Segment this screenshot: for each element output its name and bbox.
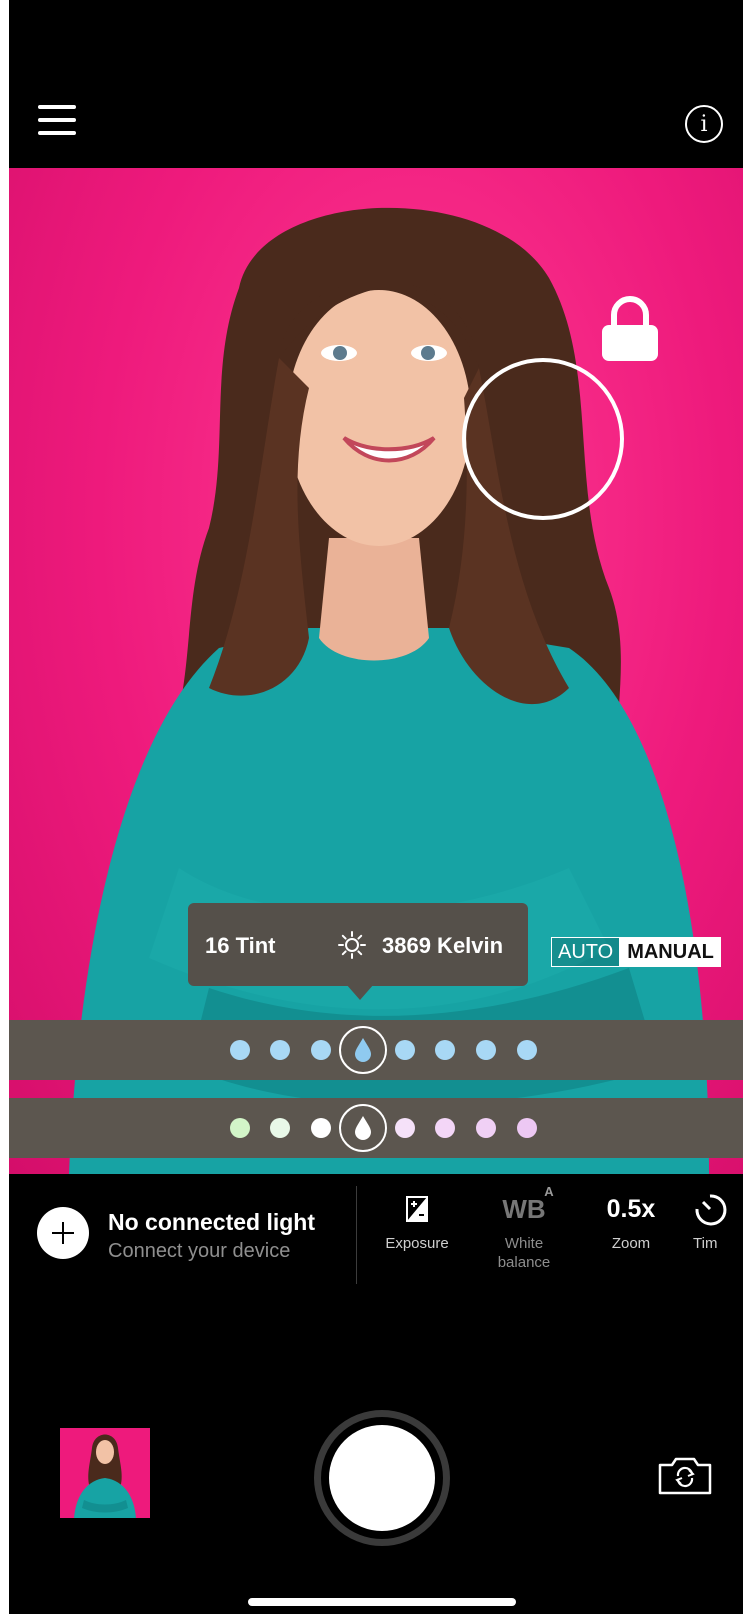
white-balance-button[interactable]: WB A White balance [479, 1183, 569, 1272]
info-icon[interactable]: i [685, 105, 723, 143]
mode-manual-option[interactable]: MANUAL [620, 937, 721, 967]
temperature-step-dot[interactable] [230, 1118, 250, 1138]
light-status-subtitle[interactable]: Connect your device [108, 1240, 290, 1263]
zoom-value: 0.5x [606, 1194, 656, 1223]
lock-icon[interactable] [598, 295, 662, 365]
focus-ring[interactable] [462, 358, 624, 520]
white-drop-icon [355, 1116, 371, 1140]
temperature-step-dot[interactable] [476, 1118, 496, 1138]
tint-step-dot[interactable] [395, 1040, 415, 1060]
tint-step-dot[interactable] [230, 1040, 250, 1060]
wb-auto-superscript: A [544, 1183, 554, 1199]
timer-icon [695, 1194, 727, 1226]
flip-camera-icon[interactable] [657, 1456, 713, 1496]
exposure-label: Exposure [385, 1235, 449, 1252]
add-light-button[interactable] [37, 1207, 89, 1259]
shutter-button[interactable] [314, 1410, 450, 1546]
temperature-slider-knob[interactable] [339, 1104, 387, 1152]
hamburger-menu-icon[interactable] [38, 105, 76, 135]
temperature-step-dot[interactable] [311, 1118, 331, 1138]
kelvin-value: 3869 Kelvin [382, 933, 504, 958]
timer-button[interactable]: Tim [693, 1190, 743, 1253]
sun-icon [338, 931, 366, 959]
screen-edge [0, 0, 9, 1614]
zoom-button[interactable]: 0.5x Zoom [586, 1190, 676, 1253]
wb-mode-toggle[interactable]: AUTO MANUAL [551, 937, 721, 967]
zoom-label: Zoom [611, 1235, 651, 1252]
exposure-button[interactable]: Exposure [372, 1190, 462, 1253]
tooltip-arrow [346, 984, 374, 1000]
temperature-step-dot[interactable] [435, 1118, 455, 1138]
temperature-step-dot[interactable] [517, 1118, 537, 1138]
tint-slider[interactable] [9, 1020, 743, 1080]
tint-value: 16 Tint [205, 933, 276, 958]
wb-icon: WB A [502, 1183, 554, 1224]
last-photo-thumbnail[interactable] [60, 1428, 150, 1518]
tint-step-dot[interactable] [435, 1040, 455, 1060]
timer-label: Tim [693, 1235, 718, 1252]
light-status-title: No connected light [108, 1209, 315, 1235]
blue-drop-icon [355, 1038, 371, 1062]
info-glyph: i [700, 111, 708, 137]
exposure-icon [406, 1196, 428, 1222]
tint-step-dot[interactable] [311, 1040, 331, 1060]
home-indicator[interactable] [248, 1598, 516, 1606]
temperature-step-dot[interactable] [270, 1118, 290, 1138]
tint-step-dot[interactable] [517, 1040, 537, 1060]
temperature-step-dot[interactable] [395, 1118, 415, 1138]
tint-slider-knob[interactable] [339, 1026, 387, 1074]
thumbnail-image [60, 1428, 150, 1518]
mode-auto-option[interactable]: AUTO [551, 937, 621, 967]
white-balance-label: White balance [497, 1235, 551, 1271]
temperature-slider[interactable] [9, 1098, 743, 1158]
tint-step-dot[interactable] [270, 1040, 290, 1060]
tint-step-dot[interactable] [476, 1040, 496, 1060]
divider [356, 1186, 357, 1284]
